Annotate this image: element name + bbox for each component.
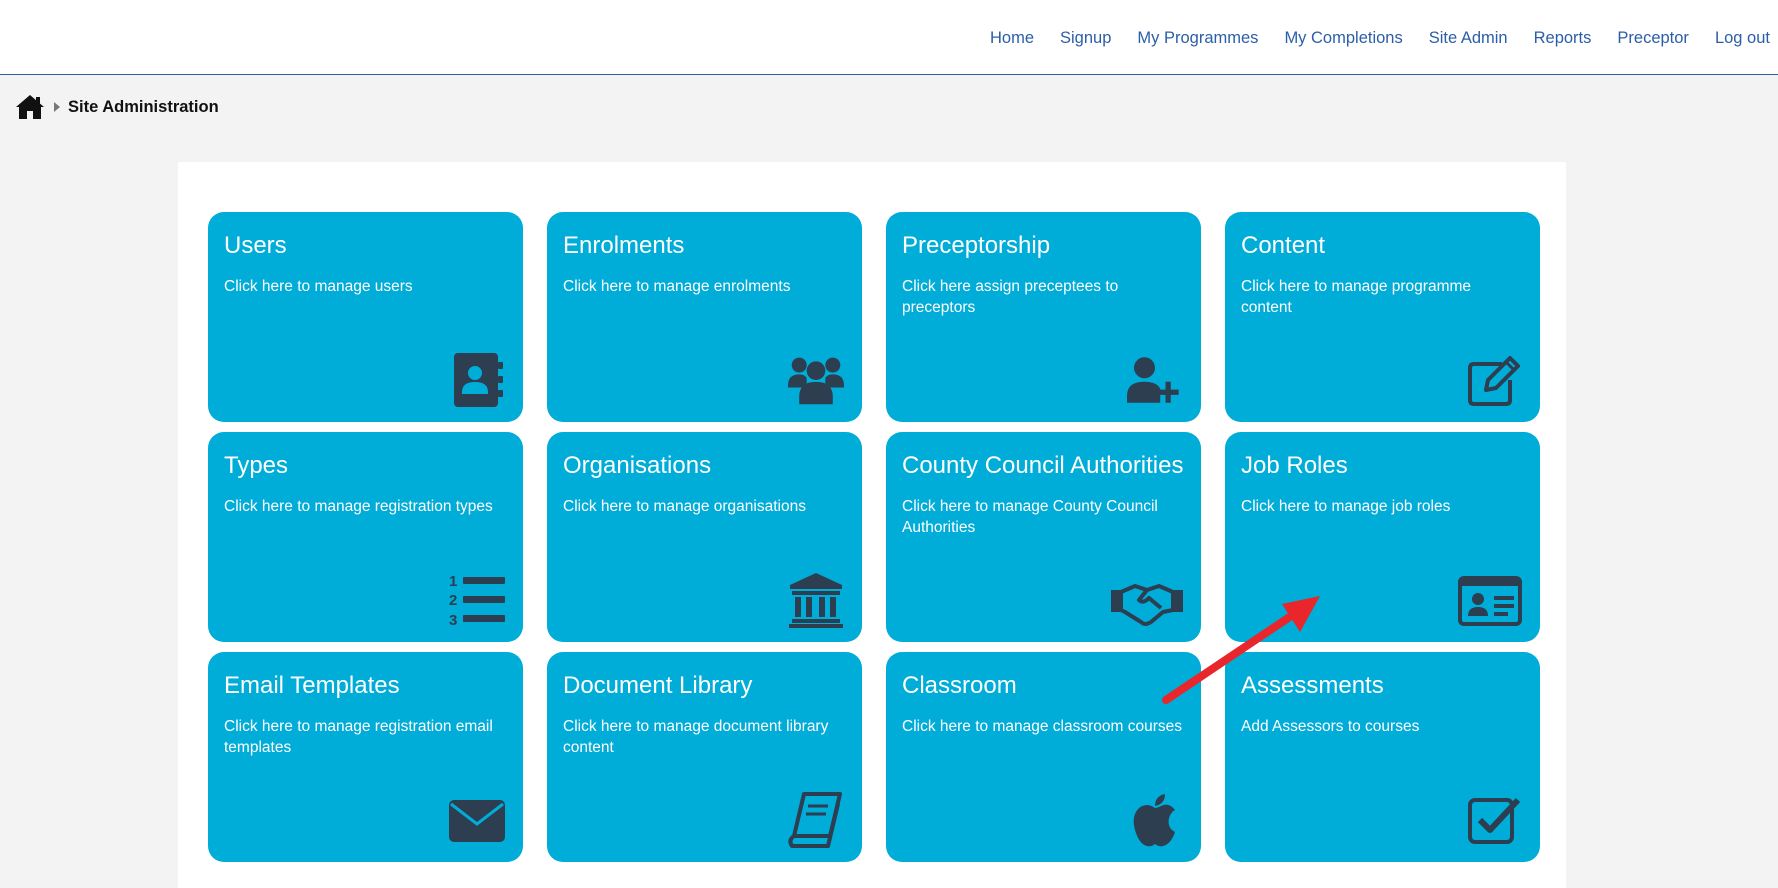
tile-email-templates[interactable]: Email Templates Click here to manage reg… [208, 652, 523, 862]
nav-signup[interactable]: Signup [1060, 29, 1111, 48]
tile-description: Click here to manage registration types [224, 498, 493, 515]
tile-classroom[interactable]: Classroom Click here to manage classroom… [886, 652, 1201, 862]
tile-title: Types [224, 452, 289, 479]
tile-title: Enrolments [563, 232, 685, 259]
breadcrumb: Site Administration [15, 92, 219, 122]
tile-description: Add Assessors to courses [1241, 718, 1420, 735]
tile-description: Click here assign preceptees to precepto… [902, 278, 1119, 316]
nav-my-programmes[interactable]: My Programmes [1137, 29, 1258, 48]
tile-title: Classroom [902, 672, 1017, 699]
apple-icon [1133, 794, 1175, 847]
tile-title: Organisations [563, 452, 712, 479]
main-nav: Home Signup My Programmes My Completions… [964, 29, 1770, 48]
tile-description: Click here to manage job roles [1241, 498, 1451, 515]
tile-assessments[interactable]: Assessments Add Assessors to courses [1225, 652, 1540, 862]
tile-title: Email Templates [224, 672, 400, 699]
tile-title: Content [1241, 232, 1326, 259]
tile-title: Document Library [563, 672, 753, 699]
nav-site-admin[interactable]: Site Admin [1429, 29, 1508, 48]
nav-log-out[interactable]: Log out [1715, 29, 1770, 48]
tile-description: Click here to manage registration email … [224, 718, 493, 756]
tile-users[interactable]: Users Click here to manage users [208, 212, 523, 422]
tile-content[interactable]: Content Click here to manage programme c… [1225, 212, 1540, 422]
top-navigation-bar: Home Signup My Programmes My Completions… [0, 0, 1778, 75]
tile-title: Preceptorship [902, 232, 1051, 259]
nav-reports[interactable]: Reports [1534, 29, 1592, 48]
home-icon[interactable] [15, 93, 45, 121]
tile-organisations[interactable]: Organisations Click here to manage organ… [547, 432, 862, 642]
handshake-icon [1111, 584, 1183, 626]
users-group-icon [788, 357, 844, 405]
breadcrumb-current: Site Administration [68, 97, 219, 116]
tile-enrolments[interactable]: Enrolments Click here to manage enrolmen… [547, 212, 862, 422]
address-book-icon [454, 353, 503, 407]
tile-description: Click here to manage enrolments [563, 278, 791, 295]
tile-title: Users [224, 232, 287, 259]
nav-preceptor[interactable]: Preceptor [1617, 29, 1689, 48]
tile-description: Click here to manage document library co… [563, 718, 829, 756]
id-card-icon [1458, 576, 1522, 626]
svg-text:3: 3 [449, 612, 457, 628]
institution-icon [789, 573, 843, 628]
tile-document-library[interactable]: Document Library Click here to manage do… [547, 652, 862, 862]
nav-home[interactable]: Home [990, 29, 1034, 48]
tile-title: County Council Authorities [902, 452, 1184, 479]
tile-preceptorship[interactable]: Preceptorship Click here assign precepte… [886, 212, 1201, 422]
envelope-icon [449, 800, 505, 842]
tile-description: Click here to manage users [224, 278, 413, 295]
tile-description: Click here to manage programme content [1241, 278, 1472, 316]
book-icon [788, 792, 842, 848]
edit-icon [1468, 356, 1520, 406]
tile-title: Job Roles [1241, 452, 1348, 479]
tile-county-council-authorities[interactable]: County Council Authorities Click here to… [886, 432, 1201, 642]
tile-job-roles[interactable]: Job Roles Click here to manage job roles [1225, 432, 1540, 642]
svg-text:2: 2 [449, 592, 457, 609]
svg-text:1: 1 [449, 573, 457, 590]
admin-panel: Users Click here to manage users Enrolme… [178, 162, 1566, 888]
tile-description: Click here to manage classroom courses [902, 718, 1182, 735]
user-plus-icon [1127, 357, 1179, 403]
tile-description: Click here to manage organisations [563, 498, 806, 515]
tile-description: Click here to manage County Council Auth… [902, 498, 1158, 536]
nav-my-completions[interactable]: My Completions [1284, 29, 1402, 48]
tile-title: Assessments [1241, 672, 1384, 699]
caret-right-icon [54, 102, 60, 112]
numbered-list-icon: 1 2 3 [449, 573, 505, 628]
checkbox-icon [1468, 797, 1521, 844]
tile-types[interactable]: Types Click here to manage registration … [208, 432, 523, 642]
